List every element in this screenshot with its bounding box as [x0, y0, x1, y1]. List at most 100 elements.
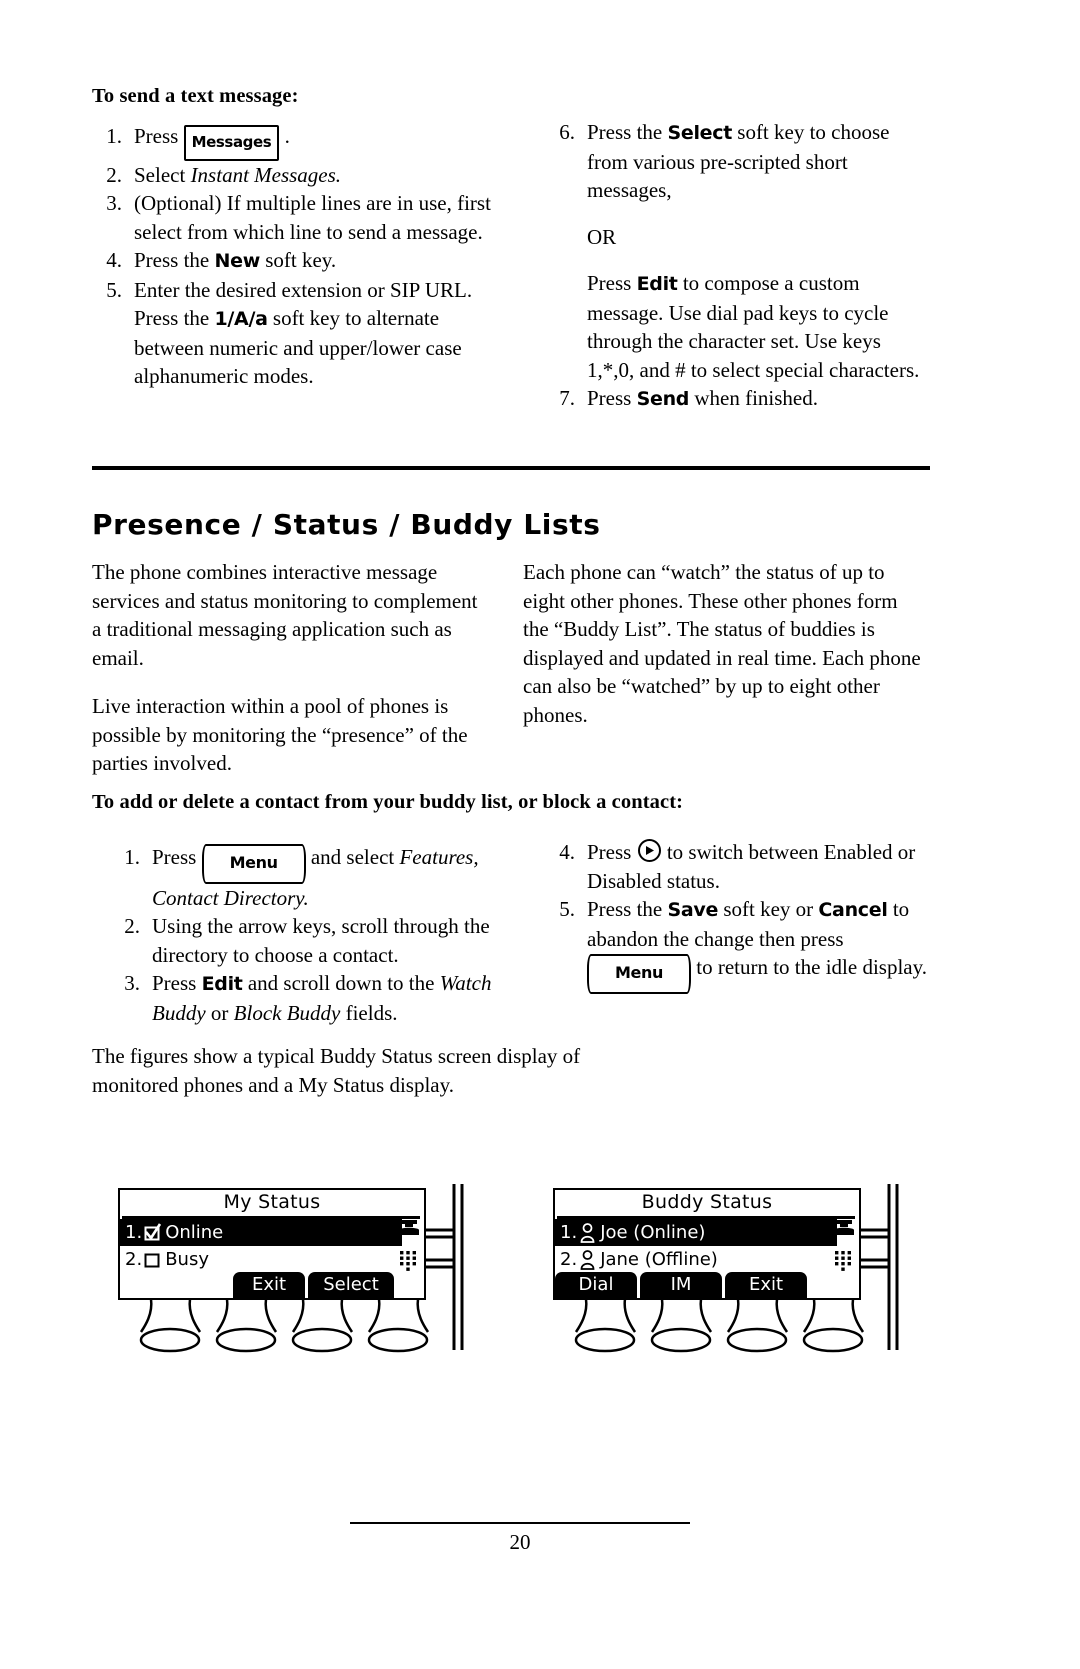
buddy-steps-left-column: 1. Press Menu and select Features, Conta…: [110, 843, 500, 1027]
step-text: Press the Select soft key to choose from…: [587, 120, 890, 202]
lcd-screen: Buddy Status 1. Joe (Online) 2. Jane (Of…: [553, 1188, 861, 1300]
step-text: Press Send when finished.: [587, 386, 818, 410]
step-number: 6.: [559, 120, 575, 144]
save-softkey-label: Save: [667, 899, 719, 921]
step-number: 2.: [106, 162, 122, 187]
document-page: To send a text message: 1. Press Message…: [0, 0, 1080, 1669]
list-item-label: Online: [165, 1222, 224, 1243]
step-number: 4.: [559, 840, 575, 864]
figure-buddy-status: Buddy Status 1. Joe (Online) 2. Jane (Of…: [553, 1180, 913, 1353]
section-2-right-column: Each phone can “watch” the status of up …: [523, 558, 923, 729]
paragraph: Live interaction within a pool of phones…: [92, 694, 468, 775]
step-item: 1. Press Messages .: [92, 122, 492, 161]
edit-instruction: Press Edit to compose a custom message. …: [587, 271, 920, 382]
section-divider-rule: [92, 466, 930, 470]
lcd-softkey-bar: Dial IM Exit: [555, 1272, 807, 1298]
step-text: Press the Save soft key or Cancel to aba…: [587, 897, 927, 994]
step-number: 1.: [106, 124, 122, 148]
step-item: 7. Press Send when finished.: [545, 384, 930, 414]
lcd-list-item[interactable]: 2. Busy: [120, 1246, 402, 1273]
buddy-steps-right-column: 4. Press to switch between Enabled or Di…: [545, 838, 930, 994]
footer-rule: [350, 1522, 690, 1524]
step-number: 3.: [124, 971, 140, 995]
circle-right-arrow-key-icon[interactable]: [637, 839, 661, 862]
softkey-exit[interactable]: Exit: [233, 1272, 305, 1298]
list-index: 1.: [125, 1222, 143, 1243]
menu-path: Instant Messages.: [190, 162, 342, 187]
send-softkey-label: Send: [636, 388, 690, 410]
lcd-list-item[interactable]: 1. Online: [120, 1219, 402, 1246]
figure-my-status: My Status 1. Online 2. Busy Exit Select: [118, 1180, 478, 1353]
softkey-exit[interactable]: Exit: [725, 1272, 807, 1298]
section-2-sub-heading: To add or delete a contact from your bud…: [92, 791, 684, 813]
section-1-heading: To send a text message:: [92, 85, 299, 107]
messages-hardkey[interactable]: Messages: [183, 125, 280, 161]
list-index: 2.: [560, 1249, 578, 1270]
step-item: 2. Select Instant Messages.: [92, 161, 492, 190]
send-text-message-steps-right: 6. Press the Select soft key to choose f…: [545, 118, 930, 205]
lcd-title: My Status: [223, 1191, 321, 1213]
step-text: Press Messages .: [134, 124, 290, 161]
page-number: 20: [509, 1530, 531, 1554]
lcd-screen: My Status 1. Online 2. Busy Exit Select: [118, 1188, 426, 1300]
softkey-im[interactable]: IM: [640, 1272, 722, 1298]
lcd-status-icons: [832, 1218, 856, 1278]
step-item: 5. Enter the desired extension or SIP UR…: [92, 276, 492, 391]
section-1-right-column: 6. Press the Select soft key to choose f…: [545, 118, 930, 414]
step-text: Select Instant Messages.: [134, 162, 342, 187]
lcd-list-item[interactable]: 2. Jane (Offline): [555, 1246, 837, 1273]
buddy-steps-right: 4. Press to switch between Enabled or Di…: [545, 838, 930, 994]
section-2-left-column: The phone combines interactive message s…: [92, 558, 492, 778]
step-number: 5.: [106, 277, 122, 302]
select-softkey-label: Select: [667, 122, 733, 144]
step-item: 4. Press to switch between Enabled or Di…: [545, 838, 930, 895]
alpha-numeric-softkey-label: 1/A/a: [214, 308, 268, 330]
menu-hardkey[interactable]: Menu: [201, 844, 306, 884]
softkey-dial[interactable]: Dial: [555, 1272, 637, 1298]
figures-caption-paragraph: The figures show a typical Buddy Status …: [92, 1044, 581, 1097]
list-item-label: Joe (Online): [600, 1222, 706, 1243]
list-index: 1.: [560, 1222, 578, 1243]
section-2-heading: Presence / Status / Buddy Lists: [92, 508, 601, 541]
step-text: Press the New soft key.: [134, 248, 337, 272]
step-item: 6. Press the Select soft key to choose f…: [545, 118, 930, 205]
step-item: 2. Using the arrow keys, scroll through …: [110, 912, 500, 969]
step-text: Enter the desired extension or SIP URL. …: [134, 277, 473, 389]
step-item: 3. (Optional) If multiple lines are in u…: [92, 189, 492, 246]
lcd-softkey-bar: Exit Select: [233, 1272, 394, 1298]
edit-softkey-label: Edit: [201, 973, 243, 995]
handset-icon: [397, 1218, 421, 1245]
new-softkey-label: New: [214, 250, 261, 272]
step-text: (Optional) If multiple lines are in use,…: [134, 191, 491, 244]
step-number: 2.: [124, 914, 140, 938]
step-number: 1.: [124, 845, 140, 869]
step-item: 1. Press Menu and select Features, Conta…: [110, 843, 500, 912]
dialpad-icon: [832, 1249, 856, 1278]
step-number: 3.: [106, 191, 122, 215]
person-icon: [578, 1223, 597, 1243]
step-text: Press Edit and scroll down to the Watch …: [152, 971, 492, 1025]
step-item: 5. Press the Save soft key or Cancel to …: [545, 895, 930, 994]
step-number: 5.: [559, 897, 575, 921]
step-text: Using the arrow keys, scroll through the…: [152, 914, 490, 967]
paragraph: Each phone can “watch” the status of up …: [523, 560, 921, 727]
list-index: 2.: [125, 1249, 143, 1270]
lcd-title: Buddy Status: [641, 1191, 773, 1213]
person-icon: [578, 1250, 597, 1270]
step-item: 4. Press the New soft key.: [92, 246, 492, 276]
send-text-message-steps-right-tail: 7. Press Send when finished.: [545, 384, 930, 414]
step-text: Press Menu and select Features, Contact …: [152, 844, 479, 910]
softkey-select[interactable]: Select: [308, 1272, 394, 1298]
or-divider: OR: [587, 224, 617, 249]
cancel-softkey-label: Cancel: [818, 899, 888, 921]
block-buddy-field: Block Buddy: [233, 1000, 341, 1025]
menu-hardkey[interactable]: Menu: [587, 954, 691, 994]
checked-box-icon: [143, 1223, 162, 1242]
send-text-message-steps-left: 1. Press Messages . 2. Select Instant Me…: [92, 122, 492, 391]
empty-box-icon: [143, 1250, 162, 1269]
dialpad-icon: [397, 1249, 421, 1278]
lcd-list-item[interactable]: 1. Joe (Online): [555, 1219, 837, 1246]
section-1-left-column: To send a text message: 1. Press Message…: [92, 85, 492, 391]
list-item-label: Busy: [165, 1249, 209, 1270]
handset-icon: [832, 1218, 856, 1245]
